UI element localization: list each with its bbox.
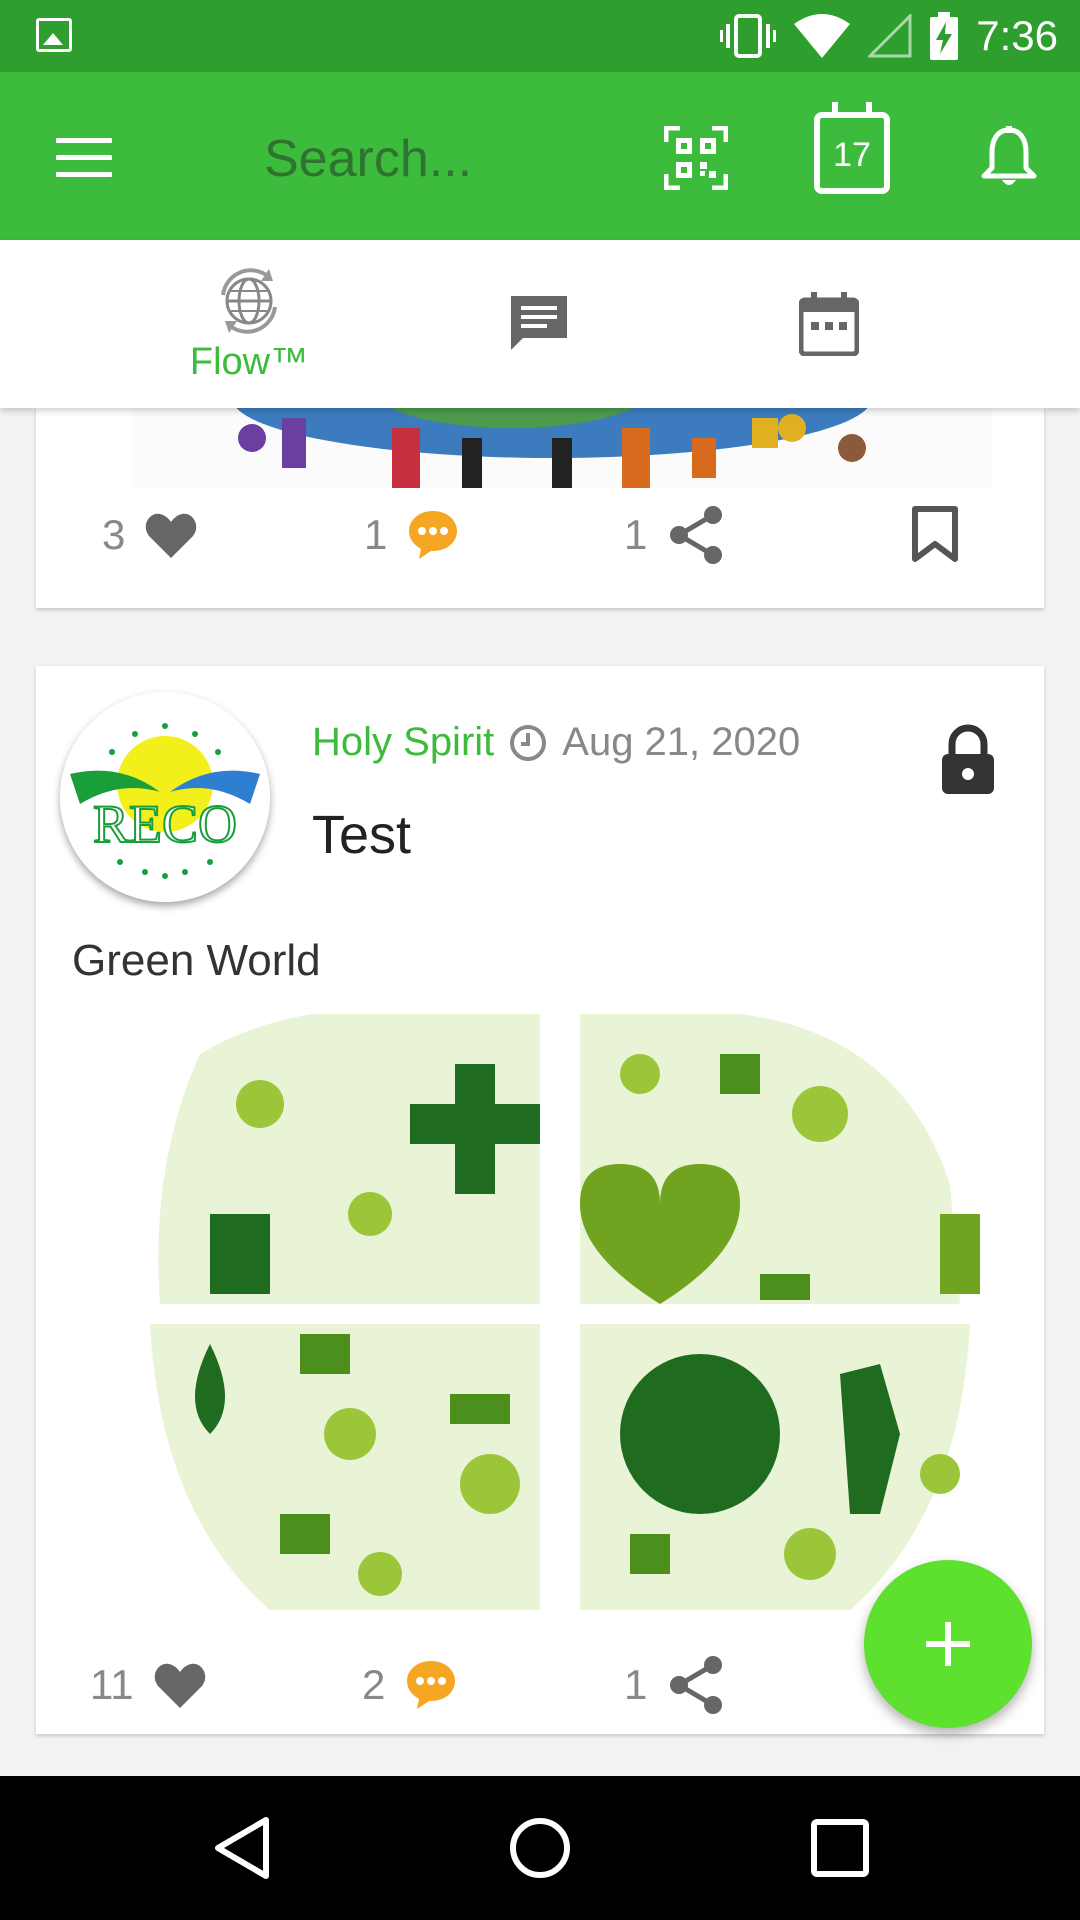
globe-sync-icon: [221, 267, 277, 334]
clock: 7:36: [976, 12, 1058, 59]
share-stat[interactable]: 1: [624, 1640, 725, 1730]
like-stat[interactable]: 11: [90, 1640, 206, 1730]
comment-bubble-icon: [407, 1661, 456, 1709]
bell-icon[interactable]: [980, 126, 1038, 190]
back-icon[interactable]: [206, 1812, 278, 1884]
tab-flow-label: Flow™: [189, 340, 309, 383]
clock-icon: [510, 724, 547, 761]
system-nav-bar: [0, 1776, 1080, 1920]
calendar-icon[interactable]: 17: [814, 102, 890, 194]
heart-icon: [146, 513, 197, 558]
like-count: 3: [102, 511, 126, 558]
post-image[interactable]: [132, 408, 992, 488]
tab-flow[interactable]: Flow™: [104, 240, 394, 408]
vibrate-icon: [720, 14, 777, 58]
like-count: 11: [90, 1661, 134, 1708]
wifi-icon: [794, 14, 851, 58]
post-card[interactable]: 3 1 1: [36, 408, 1044, 608]
qr-code-icon[interactable]: [664, 126, 728, 190]
lock-icon: [942, 724, 994, 794]
signal-icon: [868, 14, 912, 58]
avatar[interactable]: RECO: [60, 692, 270, 902]
comment-stat[interactable]: 1: [364, 490, 459, 580]
menu-icon[interactable]: [56, 138, 112, 178]
home-icon[interactable]: [504, 1812, 576, 1884]
post-meta: Holy Spirit Aug 21, 2020: [312, 720, 800, 765]
author-name[interactable]: Holy Spirit: [312, 720, 494, 765]
avatar-text: RECO: [93, 794, 237, 854]
chat-icon: [511, 296, 567, 350]
comment-bubble-icon: [409, 511, 458, 559]
comment-stat[interactable]: 2: [362, 1640, 457, 1730]
post-image[interactable]: [120, 1014, 1000, 1610]
status-bar: 7:36: [0, 0, 1080, 72]
tab-messages[interactable]: [394, 240, 684, 408]
share-count: 1: [624, 1661, 648, 1708]
heart-icon: [154, 1663, 205, 1708]
battery-charging-icon: [930, 12, 959, 60]
status-icons: 7:36: [720, 10, 1058, 62]
share-stat[interactable]: 1: [624, 490, 725, 580]
post-body: Green World: [72, 936, 321, 985]
comment-count: 2: [362, 1661, 386, 1708]
image-icon: [36, 18, 72, 52]
like-stat[interactable]: 3: [102, 490, 197, 580]
share-icon: [670, 1656, 723, 1714]
share-icon: [670, 506, 723, 564]
post-card[interactable]: RECO Holy Spirit Aug 21, 2020 Test Green…: [36, 666, 1044, 1734]
post-stats: 3 1 1: [36, 490, 1044, 580]
add-post-button[interactable]: [864, 1560, 1032, 1728]
search-input[interactable]: [264, 124, 624, 194]
app-bar: 17: [0, 72, 1080, 240]
share-count: 1: [624, 511, 648, 558]
recents-icon[interactable]: [804, 1812, 876, 1884]
tab-bar: Flow™: [0, 240, 1080, 408]
post-date: Aug 21, 2020: [562, 720, 801, 764]
bookmark-icon[interactable]: [912, 506, 958, 562]
comment-count: 1: [364, 511, 388, 558]
tab-calendar[interactable]: [684, 240, 974, 408]
reco-logo: RECO: [60, 692, 270, 902]
post-title: Test: [312, 805, 412, 865]
calendar-icon: [799, 292, 859, 356]
